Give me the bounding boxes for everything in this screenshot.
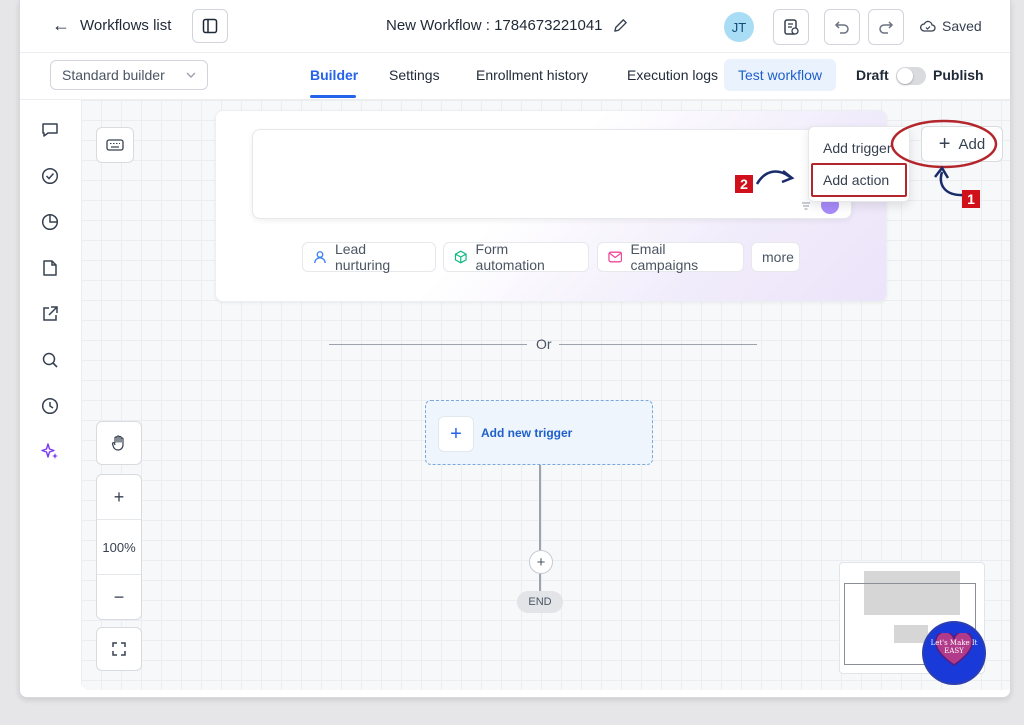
step-badge-1: 1: [962, 190, 980, 208]
curved-arrow-1: [939, 171, 965, 197]
watermark-logo: Let's Make It EASY: [924, 623, 984, 683]
watermark-text: Let's Make It EASY: [930, 639, 978, 655]
tutorial-annotation-overlay: [755, 119, 998, 197]
step-badge-2: 2: [735, 175, 753, 193]
add-button-highlight-ellipse: [890, 119, 998, 169]
arrowhead-2: [781, 170, 795, 184]
